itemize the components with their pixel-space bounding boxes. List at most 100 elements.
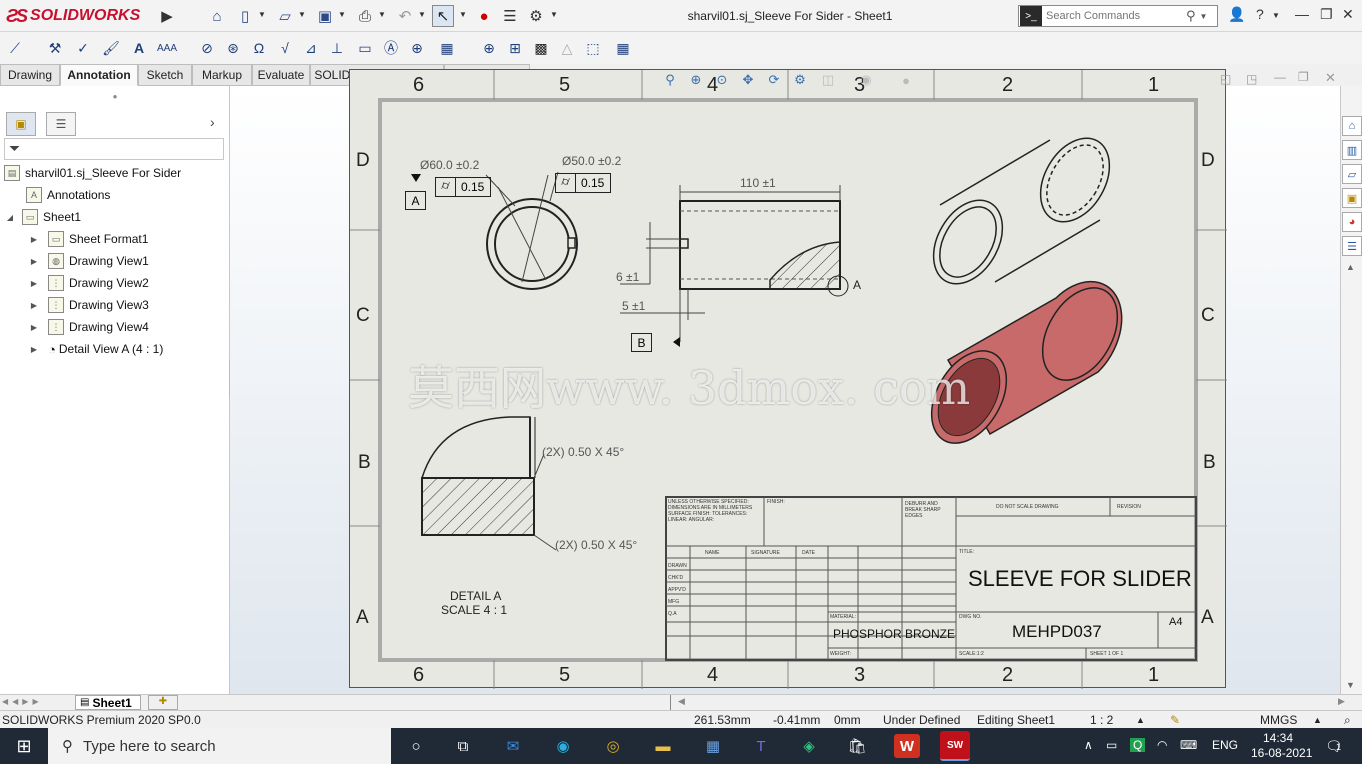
mail-icon[interactable]: ✉ xyxy=(500,734,526,758)
iso-wireframe-view[interactable] xyxy=(920,126,1124,296)
appearance-icon[interactable]: ● xyxy=(896,70,916,90)
task-view-icon[interactable]: ⧉ xyxy=(450,734,476,758)
model-items-icon[interactable]: ⚒ xyxy=(44,37,66,59)
tree-item-sheet-format1[interactable]: ▶ ▭ Sheet Format1 xyxy=(28,228,256,250)
tb-material[interactable]: PHOSPHOR BRONZE xyxy=(833,627,955,641)
options-gear-icon[interactable]: ⚙ xyxy=(525,5,547,27)
dim-5[interactable]: 5 ±1 xyxy=(622,299,645,313)
rebuild-traffic-light-icon[interactable]: ● xyxy=(473,5,495,27)
surface-finish-icon[interactable]: √ xyxy=(274,37,296,59)
close-icon[interactable]: ✕ xyxy=(1342,6,1354,23)
area-hatch-icon[interactable]: ▩ xyxy=(530,37,552,59)
tree-item-drawing-view1[interactable]: ▶ ◍ Drawing View1 xyxy=(28,250,256,272)
language-indicator[interactable]: ENG xyxy=(1212,738,1238,752)
view-settings-icon[interactable]: ⚙ xyxy=(790,70,810,90)
spell-checker-icon[interactable]: ✓ xyxy=(72,37,94,59)
tb-title[interactable]: SLEEVE FOR SLIDER xyxy=(968,566,1192,592)
status-scale[interactable]: 1 : 2 xyxy=(1090,713,1113,727)
geometric-tolerance-icon[interactable]: ▭ xyxy=(354,37,376,59)
search-icon[interactable]: ⚲ xyxy=(1186,8,1196,24)
file-explorer-icon[interactable]: ▱ xyxy=(1342,164,1362,184)
revision-symbol-icon[interactable]: △ xyxy=(556,37,578,59)
datum-target-icon[interactable]: ⊕ xyxy=(406,37,428,59)
add-sheet-icon[interactable]: ✚ xyxy=(148,695,178,710)
gdt-frame-right[interactable]: ⌭ 0.15 xyxy=(555,173,611,193)
open-icon[interactable]: ▱ xyxy=(274,5,296,27)
tables-icon[interactable]: ▦ xyxy=(612,37,634,59)
calculator-icon[interactable]: ▦ xyxy=(700,734,726,758)
zoom-to-area-icon[interactable]: ⊕ xyxy=(686,70,706,90)
dim-dia-50[interactable]: Ø50.0 ±0.2 xyxy=(562,154,621,168)
centerline-icon[interactable]: ⊞ xyxy=(504,37,526,59)
datum-a-box[interactable]: A xyxy=(405,191,426,210)
drawing-sheet[interactable]: 6 5 4 3 2 1 6 5 4 3 2 1 D C B A D C B A … xyxy=(349,69,1227,689)
expand-arrow-icon[interactable]: ▶ xyxy=(28,279,40,288)
side-view[interactable] xyxy=(679,200,849,297)
tab-markup[interactable]: Markup xyxy=(192,64,252,86)
blocks-icon[interactable]: ▦ xyxy=(436,37,458,59)
detail-view-a[interactable] xyxy=(420,416,557,551)
tree-filter-box[interactable]: ⏷ xyxy=(4,138,224,160)
hole-callout-icon[interactable]: ⊥ xyxy=(326,37,348,59)
revision-cloud-icon[interactable]: ⬚ xyxy=(582,37,604,59)
property-manager-tab-icon[interactable]: ☰ xyxy=(46,112,76,136)
tab-drawing[interactable]: Drawing xyxy=(0,64,60,86)
pan-icon[interactable]: ✥ xyxy=(738,70,758,90)
maps-icon[interactable]: ◈ xyxy=(796,734,822,758)
expand-arrow-icon[interactable]: ▶ xyxy=(28,301,40,310)
doc-restore-icon[interactable]: ❐ xyxy=(1298,70,1309,84)
tab-annotation[interactable]: Annotation xyxy=(60,64,138,86)
tree-item-drawing-view3[interactable]: ▶ ⋮ Drawing View3 xyxy=(28,294,256,316)
zoom-in-out-icon[interactable]: ⊙ xyxy=(712,70,732,90)
tree-item-drawing-view2[interactable]: ▶ ⋮ Drawing View2 xyxy=(28,272,256,294)
scroll-right-icon[interactable]: ▶ xyxy=(1338,696,1345,707)
units-menu-icon[interactable]: ▲ xyxy=(1313,715,1322,725)
file-explorer-icon[interactable]: ▬ xyxy=(650,734,676,758)
minimize-icon[interactable]: — xyxy=(1295,6,1309,22)
tree-item-sheet1[interactable]: ◢ ▭ Sheet1 xyxy=(4,206,232,228)
design-library-icon[interactable]: ▥ xyxy=(1342,140,1362,160)
chrome-icon[interactable]: ◎ xyxy=(600,734,626,758)
tray-network-drive-icon[interactable]: ▭ xyxy=(1106,738,1117,752)
view-palette-icon[interactable]: ▣ xyxy=(1342,188,1362,208)
wifi-icon[interactable]: ◠ xyxy=(1157,738,1167,752)
clock-date[interactable]: 16-08-2021 xyxy=(1251,746,1312,760)
dim-6[interactable]: 6 ±1 xyxy=(616,270,639,284)
tb-dwg-no[interactable]: MEHPD037 xyxy=(1012,622,1102,642)
format-painter-icon[interactable]: 🖌 xyxy=(100,37,122,59)
magnetic-line-icon[interactable]: Ω xyxy=(248,37,270,59)
zoom-to-fit-icon[interactable]: ⚲ xyxy=(660,70,680,90)
search-dropdown-icon[interactable]: ▼ xyxy=(1200,12,1208,21)
keyboard-icon[interactable]: ⌨ xyxy=(1180,738,1197,752)
tree-item-annotations[interactable]: A Annotations xyxy=(26,184,254,206)
help-icon[interactable]: ? xyxy=(1256,6,1264,22)
sheet-tab-sheet1[interactable]: ▤ Sheet1 xyxy=(75,695,141,710)
solidworks-logo[interactable]: ƧS SOLIDWORKS xyxy=(6,4,154,28)
hide-show-icon[interactable]: ◉ xyxy=(856,70,876,90)
scroll-up-icon[interactable]: ▲ xyxy=(1346,262,1355,272)
options-dropdown-icon[interactable]: ▼ xyxy=(550,10,558,19)
smart-dimension-icon[interactable]: ⟋ xyxy=(4,37,26,59)
expand-arrow-icon[interactable]: ▶ xyxy=(28,345,40,354)
user-icon[interactable]: 👤 xyxy=(1228,6,1245,23)
center-mark-icon[interactable]: ⊕ xyxy=(478,37,500,59)
dim-dia-60[interactable]: Ø60.0 ±0.2 xyxy=(420,158,479,172)
search-commands-box[interactable]: >_ ⚲ ▼ xyxy=(1018,5,1218,27)
collapse-arrow-icon[interactable]: ◢ xyxy=(4,213,16,222)
new-document-icon[interactable]: ▯ xyxy=(234,5,256,27)
edge-browser-icon[interactable]: ◉ xyxy=(550,734,576,758)
sheet-nav-arrows-icon[interactable]: ◀◀▶▶ xyxy=(2,697,43,706)
teams-icon[interactable]: T xyxy=(748,734,774,758)
taskbar-search-box[interactable]: ⚲ Type here to search xyxy=(48,728,391,764)
windows-start-icon[interactable]: ⊞ xyxy=(0,728,48,764)
solidworks-taskbar-icon[interactable]: SW xyxy=(940,731,970,761)
save-dropdown-icon[interactable]: ▼ xyxy=(338,10,346,19)
detail-callout-a[interactable]: A xyxy=(853,278,861,292)
wps-office-icon[interactable]: W xyxy=(894,734,920,758)
splitter[interactable] xyxy=(670,695,671,710)
select-dropdown-icon[interactable]: ▼ xyxy=(459,10,467,19)
rebuild-icon[interactable]: ✎ xyxy=(1170,713,1180,727)
new-dropdown-icon[interactable]: ▼ xyxy=(258,10,266,19)
linear-note-pattern-icon[interactable]: AAA xyxy=(156,37,178,59)
weld-symbol-icon[interactable]: ⊿ xyxy=(300,37,322,59)
